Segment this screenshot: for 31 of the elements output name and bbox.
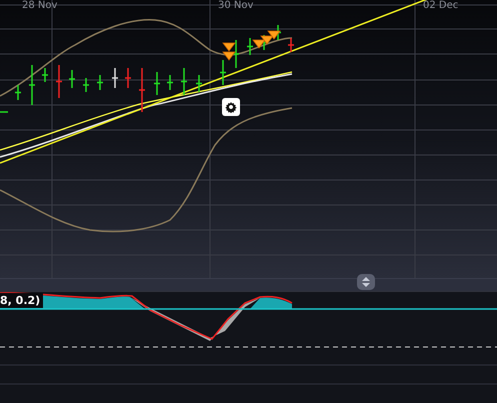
price-bar bbox=[112, 68, 118, 88]
price-bar bbox=[154, 72, 160, 95]
price-bar bbox=[83, 78, 89, 92]
price-bar bbox=[196, 75, 202, 92]
price-bar bbox=[139, 68, 145, 112]
price-bar bbox=[125, 68, 131, 88]
price-bar bbox=[29, 65, 35, 105]
down-arrow-marker bbox=[252, 40, 266, 49]
settings-icon bbox=[225, 101, 237, 113]
price-bar bbox=[15, 85, 21, 100]
settings-button[interactable] bbox=[222, 98, 240, 116]
down-arrow-marker bbox=[222, 42, 236, 52]
price-bar bbox=[233, 40, 239, 68]
up-down-arrows-icon bbox=[361, 276, 371, 288]
price-bar bbox=[288, 38, 294, 52]
indicator-label: 8, 0.2) bbox=[0, 293, 44, 308]
resize-handle[interactable] bbox=[357, 274, 375, 290]
price-bar bbox=[56, 65, 62, 98]
down-arrow-marker bbox=[222, 52, 236, 61]
price-bar bbox=[247, 38, 253, 55]
date-label: 30 Nov bbox=[218, 0, 254, 11]
price-bar bbox=[42, 68, 48, 82]
price-bar bbox=[220, 60, 226, 85]
price-bar bbox=[69, 70, 75, 88]
price-bar bbox=[181, 68, 187, 95]
down-arrow-marker bbox=[267, 30, 281, 40]
date-label: 02 Dec bbox=[423, 0, 458, 11]
down-arrow-marker bbox=[260, 36, 274, 45]
date-label: 28 Nov bbox=[22, 0, 58, 11]
price-bar bbox=[167, 75, 173, 90]
price-bar bbox=[97, 75, 103, 90]
